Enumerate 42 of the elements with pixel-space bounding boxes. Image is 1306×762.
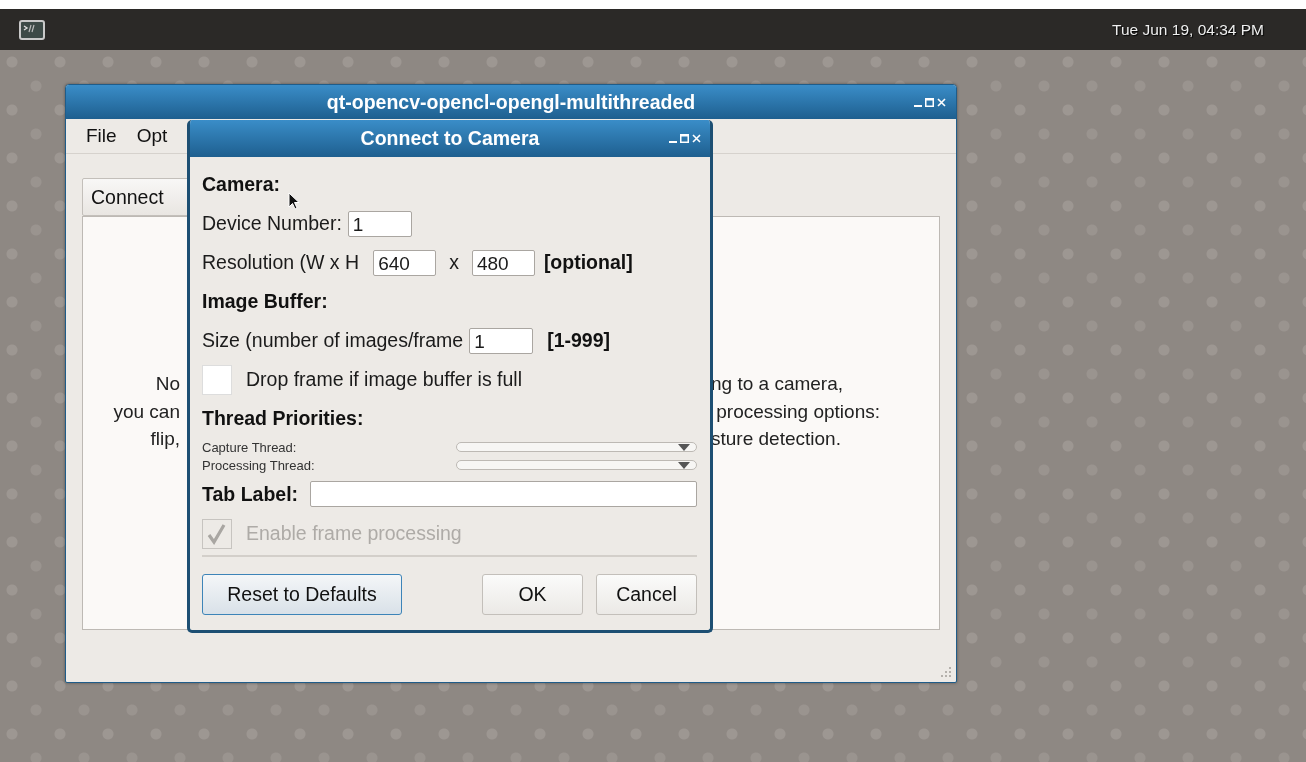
- dialog-button[interactable]: OK: [482, 574, 583, 615]
- maximize-icon[interactable]: [925, 97, 934, 107]
- caret-icon[interactable]: [678, 461, 690, 469]
- maximize-icon[interactable]: [680, 134, 689, 143]
- times-sign: x: [449, 251, 459, 274]
- checkbox-label: Drop frame if image buffer is full: [246, 368, 522, 391]
- field-label: Capture Thread:: [202, 439, 298, 455]
- clock[interactable]: Tue Jun 19, 04:34 PM: [1112, 20, 1264, 39]
- field-label: Processing Thread:: [202, 457, 316, 473]
- section-heading: Image Buffer:: [202, 290, 328, 313]
- dialog-title: Connect to Camera: [360, 127, 540, 150]
- message-text: processing options:: [715, 399, 881, 424]
- caret-icon[interactable]: [678, 443, 690, 451]
- range-hint: [1-999]: [547, 329, 611, 352]
- checkbox[interactable]: [202, 364, 232, 395]
- input-field[interactable]: [310, 481, 697, 507]
- close-icon[interactable]: [692, 134, 701, 143]
- section-heading: Camera:: [202, 173, 281, 196]
- input-field[interactable]: 640: [373, 249, 437, 276]
- field-label: Resolution (W x H: [202, 251, 360, 274]
- input-field[interactable]: 1: [347, 210, 412, 237]
- dialog-button[interactable]: Reset to Defaults: [202, 574, 402, 615]
- input-field[interactable]: 1: [469, 327, 534, 354]
- checkbox-label: Enable frame processing: [246, 522, 462, 545]
- terminal-icon[interactable]: [19, 19, 45, 40]
- message-text: sture detection.: [711, 427, 842, 451]
- menu-item[interactable]: File: [86, 125, 117, 147]
- window-title: qt-opencv-opencl-opengl-multithreaded: [326, 90, 696, 114]
- optional-hint: [optional]: [543, 251, 633, 274]
- message-text: you can: [112, 399, 180, 424]
- resize-grip-icon[interactable]: [940, 666, 952, 678]
- section-heading: Thread Priorities:: [202, 407, 364, 430]
- menu-item[interactable]: Opt: [136, 125, 168, 147]
- input-field[interactable]: 480: [471, 249, 535, 276]
- message-text: No: [154, 372, 180, 396]
- message-text: flip,: [149, 427, 180, 451]
- field-label: Size (number of images/frame: [202, 329, 464, 352]
- dialog-button[interactable]: Cancel: [596, 574, 697, 615]
- cursor-icon: [288, 192, 300, 210]
- close-icon[interactable]: [937, 97, 946, 107]
- field-label: Device Number:: [202, 212, 342, 235]
- field-label: Tab Label:: [202, 482, 299, 506]
